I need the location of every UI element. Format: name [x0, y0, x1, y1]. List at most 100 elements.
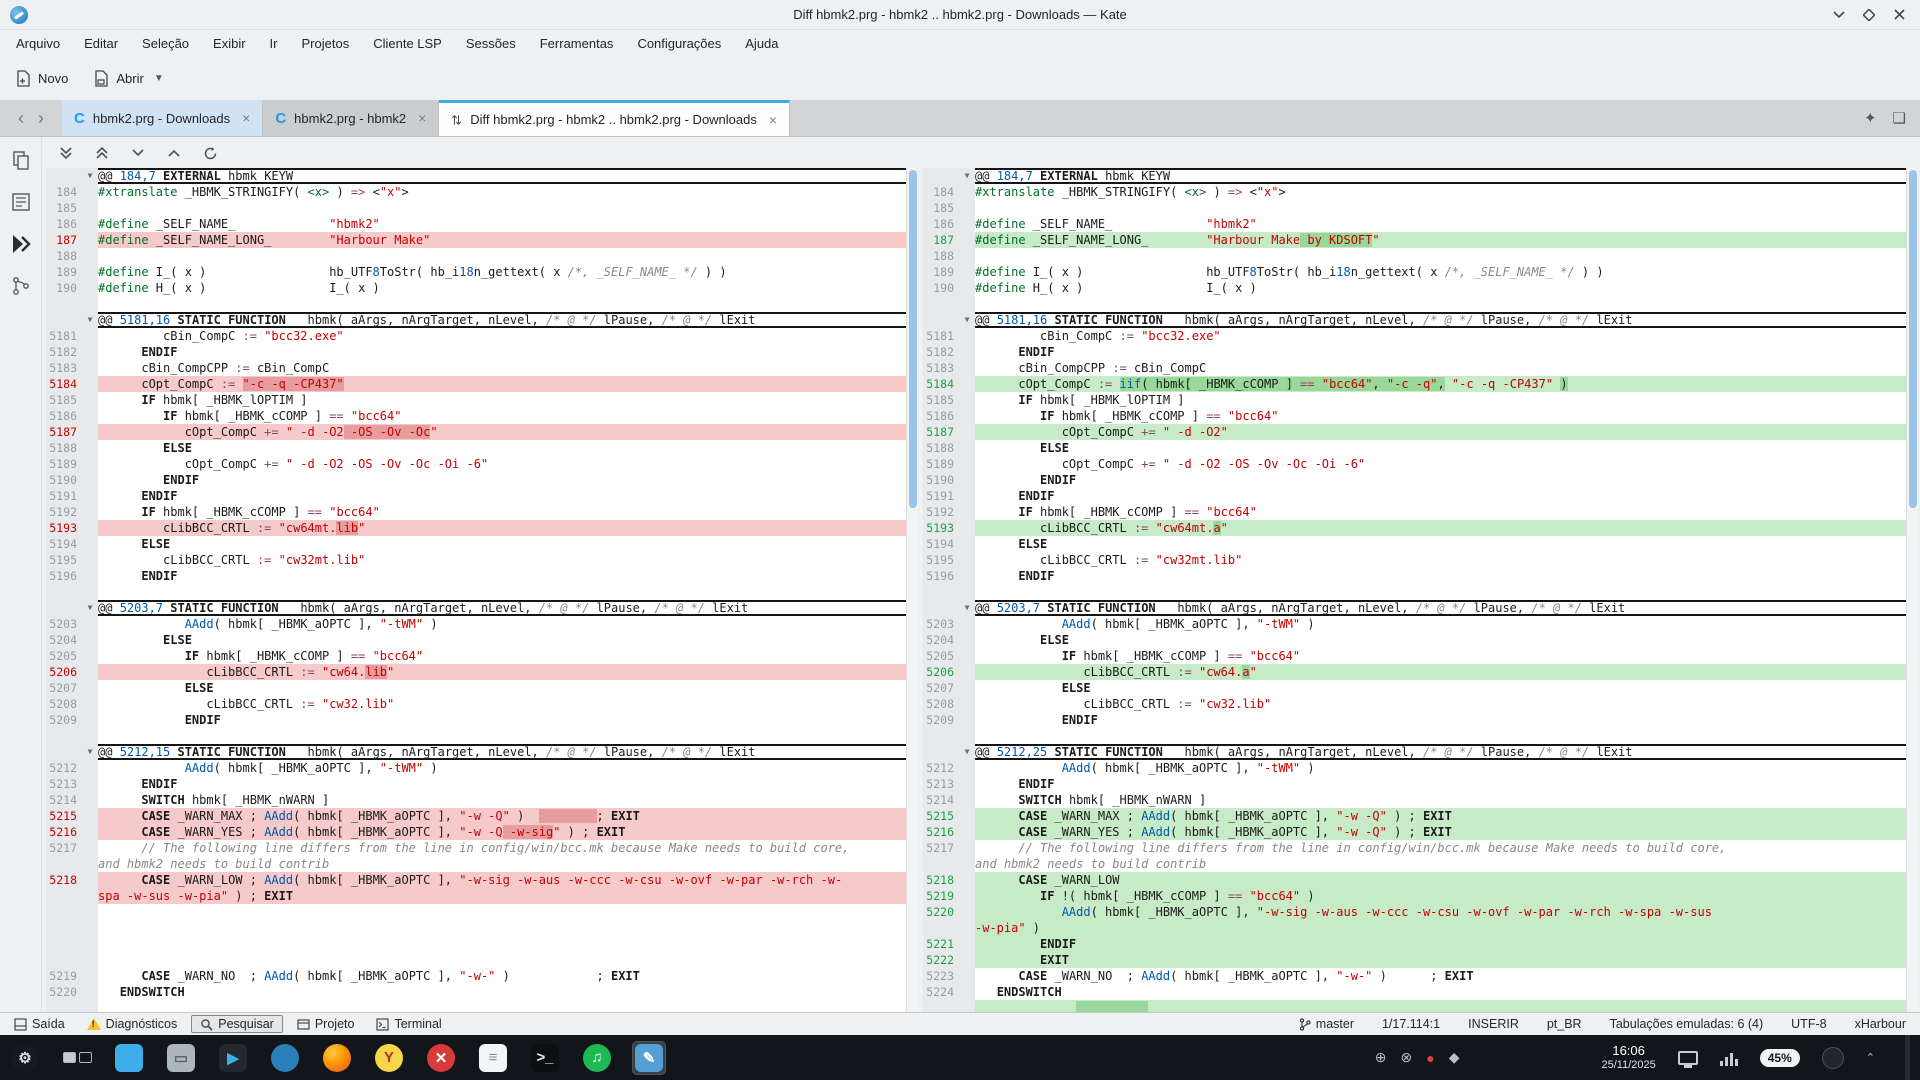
- diff-pane-left: ▼@@ 184,7 EXTERNAL hbmk_KEYW184#xtransla…: [46, 168, 918, 1012]
- dictionary-locale[interactable]: pt_BR: [1547, 1017, 1582, 1031]
- line-number: 5184: [923, 376, 959, 392]
- line-number: 5208: [46, 696, 82, 712]
- taskbar-red-app-icon[interactable]: ✕: [424, 1041, 458, 1075]
- tray-expander-icon[interactable]: ⌃: [1866, 1051, 1875, 1064]
- diff-code-row: 185: [46, 200, 906, 216]
- taskbar-system-settings-icon[interactable]: [112, 1041, 146, 1075]
- diff-pane-right-code[interactable]: ▼@@ 184,7 EXTERNAL hbmk_KEYW184#xtransla…: [923, 168, 1906, 1012]
- fold-arrow-icon[interactable]: ▼: [82, 312, 98, 328]
- tab-history-back-button[interactable]: ‹: [18, 108, 24, 129]
- jump-last-difference-icon[interactable]: [54, 141, 78, 165]
- taskbar-kate-icon[interactable]: ✎: [632, 1041, 666, 1075]
- toolview-button-pesquisar[interactable]: Pesquisar: [191, 1015, 283, 1033]
- menu-item-projetos[interactable]: Projetos: [302, 36, 350, 51]
- tray-red-dot-icon[interactable]: ●: [1426, 1050, 1434, 1066]
- jump-first-difference-icon[interactable]: [90, 141, 114, 165]
- fold-arrow-icon[interactable]: ▼: [82, 168, 98, 184]
- menu-item-sessões[interactable]: Sessões: [466, 36, 516, 51]
- reload-diff-icon[interactable]: [198, 141, 222, 165]
- night-color-icon[interactable]: [1822, 1047, 1844, 1069]
- open-dropdown-caret-icon[interactable]: ▼: [154, 73, 164, 84]
- cursor-position[interactable]: 1/17.114:1: [1382, 1017, 1440, 1031]
- taskbar-terminal-icon[interactable]: >_: [528, 1041, 562, 1075]
- fold-arrow-icon[interactable]: ▼: [959, 168, 975, 184]
- syntax-mode[interactable]: xHarbour: [1855, 1017, 1906, 1031]
- input-mode[interactable]: INSERIR: [1468, 1017, 1519, 1031]
- line-number: 5196: [923, 568, 959, 584]
- diff-pane-left-code[interactable]: ▼@@ 184,7 EXTERNAL hbmk_KEYW184#xtransla…: [46, 168, 906, 1012]
- tab-close-icon[interactable]: ×: [769, 112, 777, 128]
- split-view-icon[interactable]: ❏: [1893, 109, 1906, 127]
- debug-panel-icon[interactable]: [8, 231, 34, 257]
- fold-arrow-icon[interactable]: ▼: [959, 744, 975, 760]
- toolview-button-terminal[interactable]: Terminal: [368, 1016, 449, 1032]
- display-settings-icon[interactable]: [1678, 1051, 1698, 1065]
- left-pane-scrollbar[interactable]: [906, 168, 918, 1012]
- taskbar-media-player-icon[interactable]: ▶: [216, 1041, 250, 1075]
- taskbar-browser-blue-icon[interactable]: [268, 1041, 302, 1075]
- git-branch-indicator[interactable]: master: [1299, 1017, 1354, 1031]
- tab-close-icon[interactable]: ×: [242, 110, 250, 126]
- system-monitor-icon[interactable]: [1720, 1050, 1738, 1066]
- battery-indicator[interactable]: 45%: [1760, 1049, 1800, 1067]
- line-number: 5217: [46, 840, 82, 856]
- previous-difference-icon[interactable]: [162, 141, 186, 165]
- clock[interactable]: 16:06 25/11/2025: [1602, 1044, 1656, 1072]
- taskbar-yellow-app-icon[interactable]: Y: [372, 1041, 406, 1075]
- toolview-button-diagn-sticos[interactable]: Diagnósticos: [79, 1016, 186, 1032]
- quick-open-icon[interactable]: ✦: [1864, 109, 1877, 127]
- menu-item-ajuda[interactable]: Ajuda: [745, 36, 778, 51]
- documents-panel-icon[interactable]: [8, 147, 34, 173]
- taskbar-file-manager-icon[interactable]: ▭: [164, 1041, 198, 1075]
- taskbar-text-document-icon[interactable]: ≡: [476, 1041, 510, 1075]
- fold-arrow-icon[interactable]: ▼: [82, 744, 98, 760]
- open-document-button[interactable]: Abrir ▼: [94, 70, 163, 87]
- toolview-button-sa-da[interactable]: Saída: [6, 1016, 73, 1032]
- line-number: 5203: [46, 616, 82, 632]
- diff-code-row: 5191 ENDIF: [923, 488, 1906, 504]
- tab-1[interactable]: Chbmk2.prg - hbmk2×: [263, 100, 439, 136]
- diff-code-row: 5196 ENDIF: [46, 568, 906, 584]
- line-number: 5223: [923, 968, 959, 984]
- toolview-label: Terminal: [394, 1017, 441, 1031]
- tab-history-forward-button[interactable]: ›: [38, 108, 44, 129]
- menu-item-ferramentas[interactable]: Ferramentas: [540, 36, 614, 51]
- fold-arrow-icon[interactable]: ▼: [82, 600, 98, 616]
- menu-item-ir[interactable]: Ir: [270, 36, 278, 51]
- line-number: 185: [923, 200, 959, 216]
- diff-code-row: 5205 IF hbmk[ _HBMK_cCOMP ] == "bcc64": [46, 648, 906, 664]
- tray-notify-icon[interactable]: ◆: [1449, 1049, 1460, 1066]
- menu-item-cliente-lsp[interactable]: Cliente LSP: [373, 36, 442, 51]
- menu-item-seleção[interactable]: Seleção: [142, 36, 189, 51]
- encoding[interactable]: UTF-8: [1791, 1017, 1826, 1031]
- right-pane-scrollbar[interactable]: [1906, 168, 1918, 1012]
- right-pane-scrollbar-thumb[interactable]: [1909, 170, 1917, 508]
- new-document-button[interactable]: Novo: [16, 70, 68, 87]
- fold-arrow-icon[interactable]: ▼: [959, 312, 975, 328]
- line-number: [923, 728, 959, 744]
- symbols-panel-icon[interactable]: [8, 189, 34, 215]
- tray-security-icon[interactable]: ⊗: [1401, 1049, 1413, 1066]
- show-desktop-button[interactable]: [1905, 1035, 1910, 1080]
- taskbar-virtual-desktops-icon[interactable]: [60, 1041, 94, 1075]
- taskbar-spotify-icon[interactable]: ♫: [580, 1041, 614, 1075]
- minimize-button[interactable]: [1830, 6, 1848, 24]
- next-difference-icon[interactable]: [126, 141, 150, 165]
- tab-2[interactable]: ⇄Diff hbmk2.prg - hbmk2 .. hbmk2.prg - D…: [439, 100, 790, 136]
- taskbar-app-launcher-icon[interactable]: ⚙: [8, 1041, 42, 1075]
- fold-arrow-icon[interactable]: ▼: [959, 600, 975, 616]
- menu-item-editar[interactable]: Editar: [84, 36, 118, 51]
- tab-0[interactable]: Chbmk2.prg - Downloads×: [62, 100, 263, 136]
- tab-settings[interactable]: Tabulações emuladas: 6 (4): [1610, 1017, 1764, 1031]
- taskbar-firefox-icon[interactable]: [320, 1041, 354, 1075]
- git-panel-icon[interactable]: [8, 273, 34, 299]
- menu-item-exibir[interactable]: Exibir: [213, 36, 246, 51]
- menu-item-arquivo[interactable]: Arquivo: [16, 36, 60, 51]
- left-pane-scrollbar-thumb[interactable]: [909, 170, 917, 508]
- tray-network-icon[interactable]: ⊕: [1375, 1049, 1387, 1066]
- toolview-button-projeto[interactable]: Projeto: [289, 1016, 363, 1032]
- tab-close-icon[interactable]: ×: [418, 110, 426, 126]
- close-button[interactable]: [1890, 6, 1908, 24]
- restore-button[interactable]: [1860, 6, 1878, 24]
- menu-item-configurações[interactable]: Configurações: [637, 36, 721, 51]
